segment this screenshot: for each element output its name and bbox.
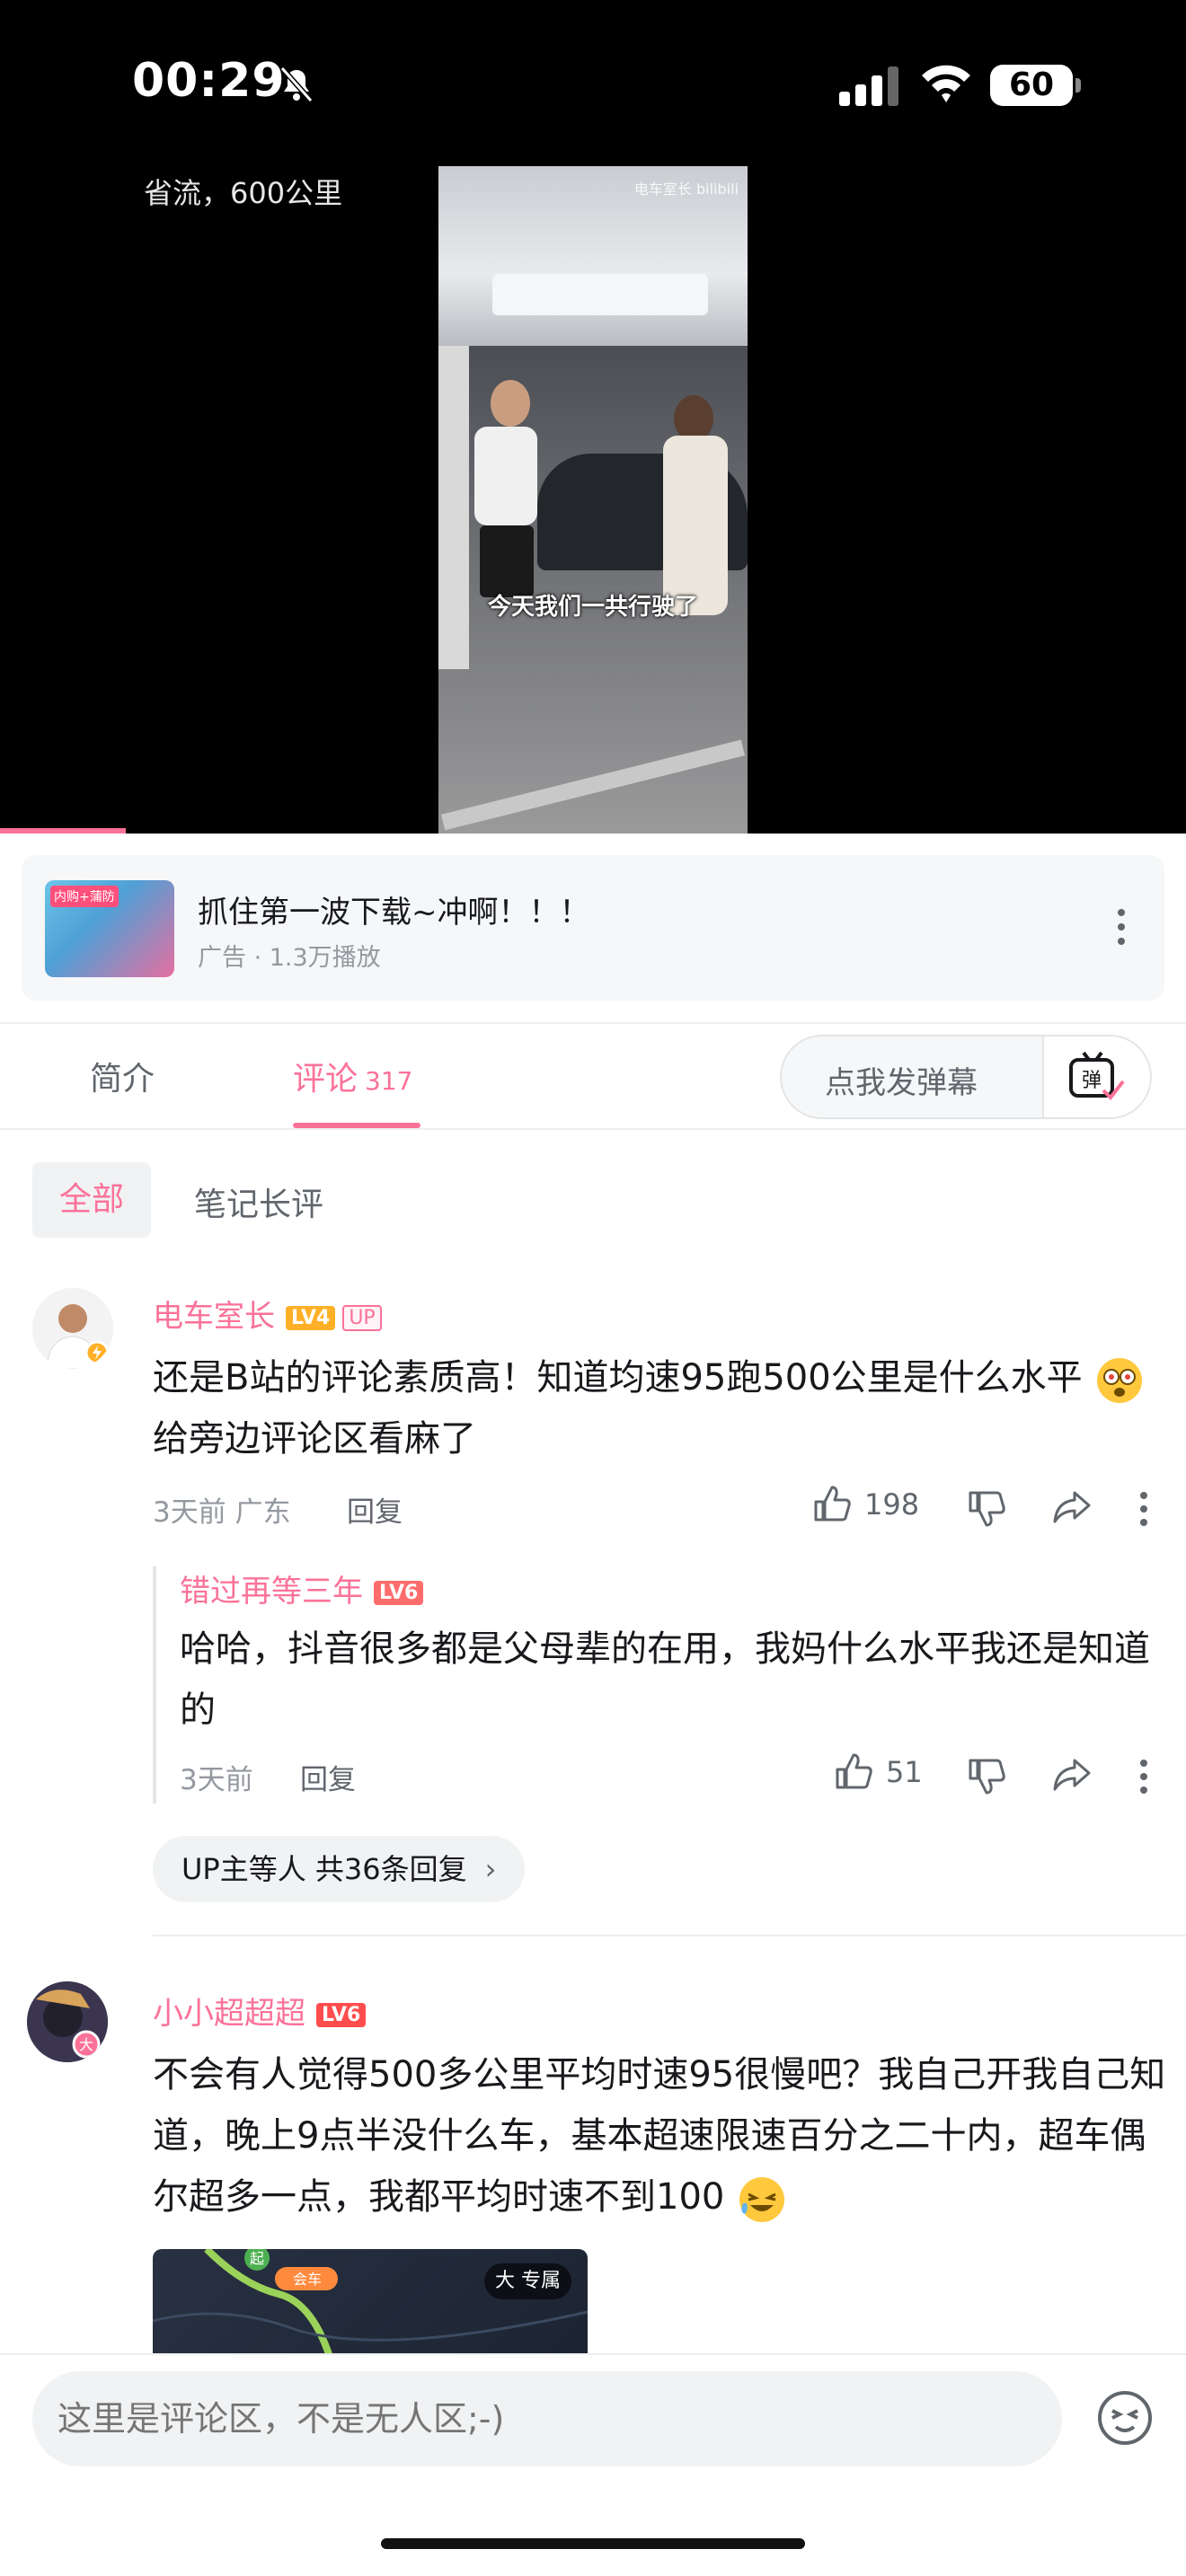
ad-thumb-tag: 内购+蒲防: [50, 886, 119, 907]
comment-content: 不会有人觉得500多公里平均时速95很慢吧？我自己开我自己知道，晚上9点半没什么…: [153, 2044, 1168, 2228]
thumbs-down-icon[interactable]: [967, 1757, 1006, 1796]
danmaku-toggle-button[interactable]: 弹: [1042, 1037, 1150, 1117]
battery-icon: 60: [990, 65, 1081, 106]
more-replies-label: UP主等人 共36条回复: [181, 1852, 467, 1886]
video-progress-bar[interactable]: [0, 828, 126, 834]
man-head: [491, 380, 530, 427]
signal-icon: [839, 66, 898, 106]
svg-text:大: 大: [79, 2036, 93, 2053]
avatar-image: [32, 1288, 113, 1369]
comment-image-map[interactable]: 起 会车 大 专属: [153, 2249, 588, 2366]
level-badge: LV6: [316, 2003, 367, 2027]
share-icon[interactable]: [1051, 1487, 1093, 1527]
avatar-image: 大: [27, 1981, 108, 2062]
up-badge: UP: [342, 1305, 382, 1331]
view-more-replies-button[interactable]: UP主等人 共36条回复 ›: [153, 1836, 526, 1902]
video-frame[interactable]: 电车室长 bilibili 今天我们一共行驶了: [438, 166, 748, 834]
comment-text: 不会有人觉得500多公里平均时速95很慢吧？我自己开我自己知道，晚上9点半没什么…: [153, 2054, 1166, 2218]
ad-title[interactable]: 抓住第一波下载~冲啊！！！: [198, 887, 590, 931]
video-title: 省流，600公里: [144, 176, 343, 210]
emoji-icon[interactable]: [1096, 2389, 1154, 2447]
divider: [0, 1128, 1186, 1130]
danmaku-toggle-icon: 弹: [1069, 1051, 1125, 1101]
username-text: 电车室长: [153, 1299, 275, 1335]
username-text: 小小超超超: [153, 1996, 305, 2032]
comment-content: 还是B站的评论素质高！知道均速95跑500公里是什么水平 给旁边评论区看麻了: [153, 1347, 1150, 1469]
tab-comments[interactable]: 评论 317: [293, 1053, 412, 1099]
map-label-car: 会车: [293, 2271, 322, 2288]
video-subtitle: 今天我们一共行驶了: [487, 594, 698, 621]
comment-username[interactable]: 小小超超超 LV6: [153, 1989, 367, 2033]
share-icon[interactable]: [1051, 1755, 1093, 1795]
reply-meta: 3天前: [180, 1764, 253, 1796]
thumbs-up-icon[interactable]: [812, 1484, 852, 1523]
tab-intro[interactable]: 简介: [90, 1053, 155, 1099]
comment-text: 还是B站的评论素质高！知道均速95跑500公里是什么水平: [153, 1357, 1083, 1398]
divider: [0, 1022, 1186, 1024]
tab-comments-label: 评论: [293, 1061, 358, 1098]
laughing-crying-emoji-icon: [739, 2177, 785, 2222]
sort-notes-button[interactable]: 笔记长评: [194, 1178, 323, 1225]
man-legs: [480, 525, 534, 597]
bell-slash-icon: [279, 66, 314, 102]
home-indicator: [381, 2538, 805, 2549]
more-vertical-icon[interactable]: [1139, 1491, 1148, 1527]
reply-button[interactable]: 回复: [300, 1757, 356, 1797]
thumbs-down-icon[interactable]: [967, 1489, 1006, 1529]
sort-all-button[interactable]: 全部: [32, 1162, 151, 1238]
reply-username[interactable]: 错过再等三年 LV6: [180, 1566, 424, 1610]
ad-meta: 广告 · 1.3万播放: [198, 944, 381, 972]
ad-card[interactable]: 内购+蒲防 抓住第一波下载~冲啊！！！ 广告 · 1.3万播放: [22, 855, 1164, 1001]
ad-thumbnail[interactable]: 内购+蒲防: [45, 880, 174, 977]
level-badge: LV4: [286, 1306, 336, 1330]
thumbs-up-icon[interactable]: [834, 1751, 873, 1791]
reply-thread-bar: [153, 1566, 156, 1804]
avatar[interactable]: [32, 1288, 113, 1369]
video-watermark: 电车室长 bilibili: [633, 181, 739, 198]
man-body: [474, 427, 537, 525]
floor-marking: [440, 739, 746, 831]
danmaku-icon-label: 弹: [1082, 1070, 1102, 1092]
map-label-start: 起: [250, 2250, 264, 2267]
more-vertical-icon[interactable]: [1114, 905, 1128, 948]
chevron-right-icon: ›: [484, 1852, 497, 1886]
username-text: 错过再等三年: [180, 1574, 363, 1610]
more-vertical-icon[interactable]: [1139, 1759, 1148, 1795]
video-player[interactable]: 00:29 60 省流，600公里 电车室长 bilibili 今天我们一共行驶…: [0, 0, 1186, 834]
reply-button[interactable]: 回复: [347, 1489, 403, 1530]
comment-input[interactable]: [32, 2371, 1062, 2466]
danmaku-input[interactable]: 点我发弹幕 弹: [780, 1035, 1152, 1119]
canopy-light: [492, 274, 708, 315]
danmaku-placeholder: 点我发弹幕: [825, 1065, 978, 1101]
divider: [153, 1935, 1186, 1936]
like-count: 198: [864, 1487, 920, 1522]
tab-comments-count: 317: [365, 1066, 413, 1096]
comment-username[interactable]: 电车室长 LV4 UP: [153, 1292, 382, 1336]
shocked-emoji-icon: [1097, 1358, 1143, 1403]
exclusive-badge: 大 专属: [484, 2263, 571, 2299]
status-time: 00:29: [132, 54, 286, 108]
comment-text-2: 给旁边评论区看麻了: [153, 1418, 476, 1460]
level-badge: LV6: [374, 1581, 424, 1605]
comment-meta: 3天前 广东: [153, 1496, 291, 1529]
wifi-icon: [922, 65, 970, 102]
like-count: 51: [886, 1755, 923, 1789]
avatar[interactable]: 大: [27, 1981, 108, 2062]
reply-content: 哈哈，抖音很多都是父母辈的在用，我妈什么水平我还是知道的: [180, 1628, 1150, 1731]
